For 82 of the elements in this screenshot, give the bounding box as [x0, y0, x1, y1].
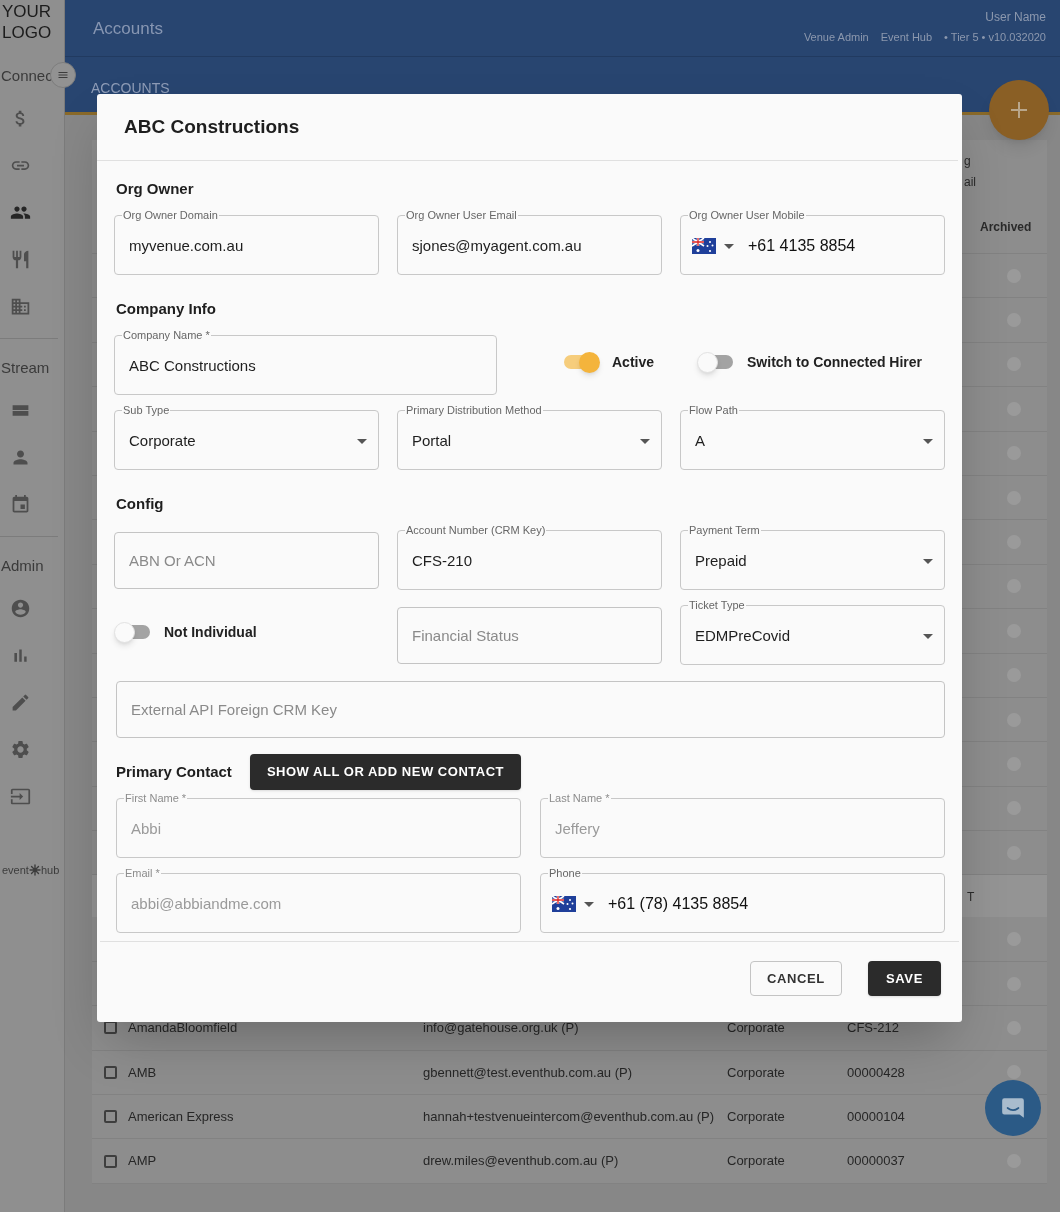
add-button[interactable] [989, 80, 1049, 140]
input-field[interactable]: External API Foreign CRM Key [116, 681, 945, 738]
brand-text: hub [40, 863, 60, 878]
org-name: Event Hub [880, 30, 933, 45]
flag-icon [692, 238, 716, 254]
section-title: Stream [0, 357, 50, 378]
select-field[interactable]: Flow Path A [680, 404, 945, 470]
table-cell-text: CFS-212 [847, 1019, 901, 1038]
chat-icon [1000, 1095, 1026, 1121]
caret-icon [923, 438, 933, 444]
column-heading: T [967, 890, 975, 905]
pencil-icon[interactable] [10, 692, 31, 713]
table-cell-text: 00000104 [847, 1107, 906, 1126]
column-heading: Archived [980, 220, 1032, 234]
phone-field[interactable]: Org Owner User Mobile +61 4135 8854 [680, 209, 945, 275]
table-cell-text: Corporate [727, 1152, 786, 1171]
page-title: Accounts [93, 18, 163, 40]
caret-icon [640, 438, 650, 444]
accounts-tab[interactable]: ACCOUNTS [91, 78, 170, 99]
caret-icon [357, 438, 367, 444]
input-field[interactable]: Org Owner Domain myvenue.com.au [114, 209, 379, 275]
table-cell-text: info@gatehouse.org.uk (P) [423, 1019, 580, 1038]
building-icon[interactable] [10, 296, 31, 317]
select-field[interactable]: Payment Term Prepaid [680, 524, 945, 590]
flag-icon [552, 896, 576, 912]
calendar-icon[interactable] [10, 494, 31, 515]
table-cell-text: hannah+testvenueintercom@eventhub.com.au (P) [423, 1107, 716, 1126]
settings-icon[interactable] [10, 739, 31, 760]
star-icon [28, 864, 41, 877]
dialog-title: ABC Constructions [124, 114, 300, 139]
checkbox[interactable] [104, 1065, 117, 1079]
toggle-label: Not Individual [164, 622, 257, 642]
table-cell-text: Corporate [727, 1063, 786, 1082]
select-field[interactable]: Ticket Type EDMPreCovid [680, 599, 945, 665]
section-title: Connec [0, 65, 53, 86]
phone-field[interactable]: Phone +61 (78) 4135 8854 [540, 867, 945, 933]
table-cell-text: 00000428 [847, 1063, 906, 1082]
checkbox[interactable] [104, 1154, 117, 1168]
caret-icon [923, 633, 933, 639]
toggle-switch[interactable] [562, 351, 600, 373]
section-heading: Primary Contact [115, 761, 232, 782]
caret-icon [584, 901, 594, 907]
table-cell-text: 00000037 [847, 1152, 906, 1171]
user-name: User Name [985, 9, 1046, 26]
exit-icon[interactable] [10, 786, 31, 807]
toggle-label: Switch to Connected Hirer [747, 352, 923, 372]
toggle-switch[interactable] [114, 621, 152, 643]
column-heading: ail [964, 174, 977, 191]
table-cell-text: AmandaBloomfield [128, 1019, 238, 1038]
checkbox[interactable] [104, 1110, 117, 1124]
input-field[interactable]: Financial Status [397, 607, 662, 664]
table-cell-text: AMP [128, 1152, 157, 1171]
cancel-button[interactable]: CANCEL [749, 961, 842, 996]
account-icon[interactable] [10, 598, 31, 619]
logo-text: YOUR LOGO [2, 1, 52, 43]
select-field[interactable]: Primary Distribution Method Portal [397, 404, 662, 470]
table-cell-text: gbennett@test.eventhub.com.au (P) [423, 1063, 634, 1082]
version-text: • Tier 5 • v10.032020 [944, 30, 1046, 45]
table-cell-text: drew.miles@eventhub.com.au (P) [423, 1152, 620, 1171]
show-contacts-button[interactable]: SHOW ALL OR ADD NEW CONTACT [249, 754, 522, 790]
section-heading: Org Owner [115, 178, 194, 199]
input-field[interactable]: Org Owner User Email sjones@myagent.com.au [397, 209, 662, 275]
caret-icon [923, 558, 933, 564]
table-cell-text: American Express [128, 1107, 234, 1126]
input-field[interactable]: Company Name * ABC Constructions [114, 329, 497, 395]
input-field[interactable]: Account Number (CRM Key) CFS-210 [397, 524, 662, 590]
user-role: Venue Admin [803, 30, 869, 45]
section-heading: Company Info [115, 298, 216, 319]
brand-text: event [2, 863, 29, 878]
table-cell-text: AMB [128, 1063, 157, 1082]
section-title: Admin [0, 555, 44, 576]
utensils-icon[interactable] [10, 249, 31, 270]
toggle-label: Active [612, 352, 655, 372]
input-field[interactable]: ABN Or ACN [114, 532, 379, 589]
table-cell-text: Corporate [727, 1107, 786, 1126]
save-button[interactable]: SAVE [867, 961, 941, 996]
column-heading: g [964, 153, 972, 170]
caret-icon [724, 243, 734, 249]
select-field[interactable]: Sub Type Corporate [114, 404, 379, 470]
menu-icon [57, 69, 69, 81]
section-heading: Config [115, 493, 164, 514]
table-cell-text: Corporate [727, 1019, 786, 1038]
